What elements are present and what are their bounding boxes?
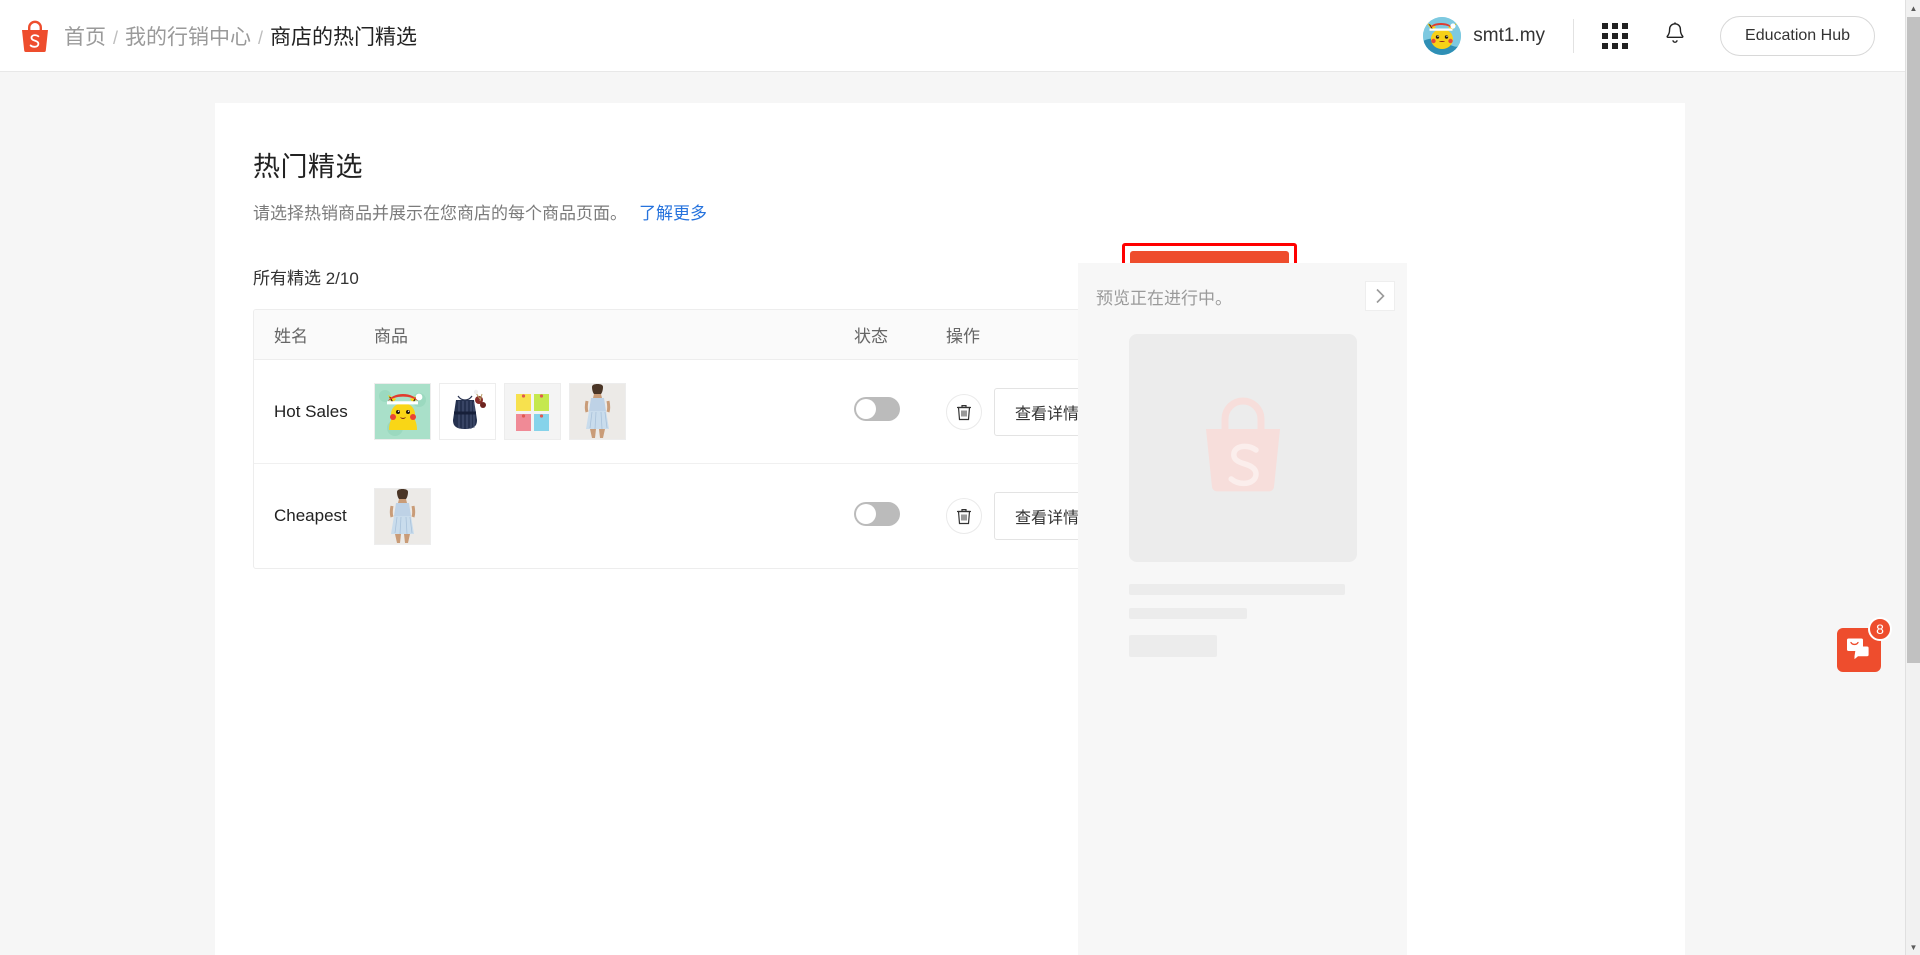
breadcrumb-item-marketing-center[interactable]: 我的行销中心	[125, 21, 251, 51]
chat-bubble-icon	[1846, 637, 1872, 664]
row-status	[854, 397, 946, 426]
row-status	[854, 501, 946, 531]
navy-striped-dress-thumbnail[interactable]	[439, 383, 496, 440]
page-header: 热门精选 请选择热销商品并展示在您商店的每个商品页面。 了解更多	[215, 103, 1685, 224]
breadcrumb-separator: /	[113, 27, 119, 48]
avatar[interactable]	[1423, 16, 1462, 55]
breadcrumb-item-home[interactable]: 首页	[64, 21, 106, 51]
shop-name-label: smt1.my	[1473, 24, 1546, 46]
scroll-up-arrow-icon[interactable]: ▲	[1906, 0, 1920, 16]
page-title: 热门精选	[253, 152, 363, 182]
column-header-name: 姓名	[274, 327, 308, 346]
row-products	[374, 383, 854, 440]
trash-icon[interactable]	[946, 498, 982, 534]
shopee-bag-logo-icon[interactable]	[18, 19, 52, 53]
chat-unread-badge: 8	[1868, 617, 1892, 641]
learn-more-link[interactable]: 了解更多	[639, 204, 707, 223]
featured-count-label: 所有精选 2/10	[253, 269, 359, 288]
trash-icon[interactable]	[946, 393, 982, 430]
top-header-bar: 首页 / 我的行销中心 / 商店的热门精选 smt1.my Education …	[0, 0, 1905, 72]
brand-breadcrumb-group: 首页 / 我的行销中心 / 商店的热门精选	[18, 19, 417, 53]
column-header-status: 状态	[854, 327, 888, 346]
blue-dress-thumbnail[interactable]	[569, 383, 626, 440]
chat-widget-button[interactable]: 8	[1837, 617, 1892, 672]
status-toggle[interactable]	[854, 397, 900, 421]
bell-icon[interactable]	[1664, 21, 1686, 50]
row-products	[374, 487, 854, 545]
preview-skeleton	[1128, 334, 1357, 657]
page-description: 请选择热销商品并展示在您商店的每个商品页面。 了解更多	[253, 199, 1685, 224]
education-hub-button[interactable]: Education Hub	[1720, 15, 1875, 56]
preview-header: 预览正在进行中。	[1078, 263, 1407, 311]
header-divider	[1573, 18, 1575, 53]
skeleton-block	[1128, 635, 1217, 657]
column-header-products: 商品	[374, 327, 408, 346]
pikachu-thumbnail[interactable]	[374, 383, 431, 440]
blue-dress-thumbnail[interactable]	[374, 487, 431, 545]
chevron-right-icon[interactable]	[1365, 281, 1395, 311]
sticky-notes-thumbnail[interactable]	[504, 383, 561, 440]
page-scrollbar[interactable]: ▲ ▼	[1905, 0, 1920, 955]
scroll-down-arrow-icon[interactable]: ▼	[1906, 939, 1920, 955]
preview-panel: 预览正在进行中。	[1078, 263, 1407, 955]
shopee-bag-placeholder-icon	[1128, 334, 1357, 562]
breadcrumb: 首页 / 我的行销中心 / 商店的热门精选	[64, 21, 417, 51]
breadcrumb-item-current: 商店的热门精选	[270, 25, 418, 49]
status-toggle[interactable]	[854, 501, 900, 526]
breadcrumb-separator: /	[258, 27, 264, 48]
header-right-group: smt1.my Education Hub	[1423, 15, 1905, 56]
row-name-label: Hot Sales	[274, 401, 348, 421]
scrollbar-thumb[interactable]	[1907, 17, 1920, 663]
row-name-label: Cheapest	[274, 506, 347, 525]
preview-status-label: 预览正在进行中。	[1096, 288, 1232, 308]
skeleton-line	[1128, 608, 1247, 619]
grid-apps-icon[interactable]	[1602, 22, 1629, 49]
page-description-text: 请选择热销商品并展示在您商店的每个商品页面。	[253, 204, 627, 223]
skeleton-line	[1128, 584, 1345, 595]
main-content-card: 热门精选 请选择热销商品并展示在您商店的每个商品页面。 了解更多 所有精选 2/1…	[215, 103, 1685, 955]
